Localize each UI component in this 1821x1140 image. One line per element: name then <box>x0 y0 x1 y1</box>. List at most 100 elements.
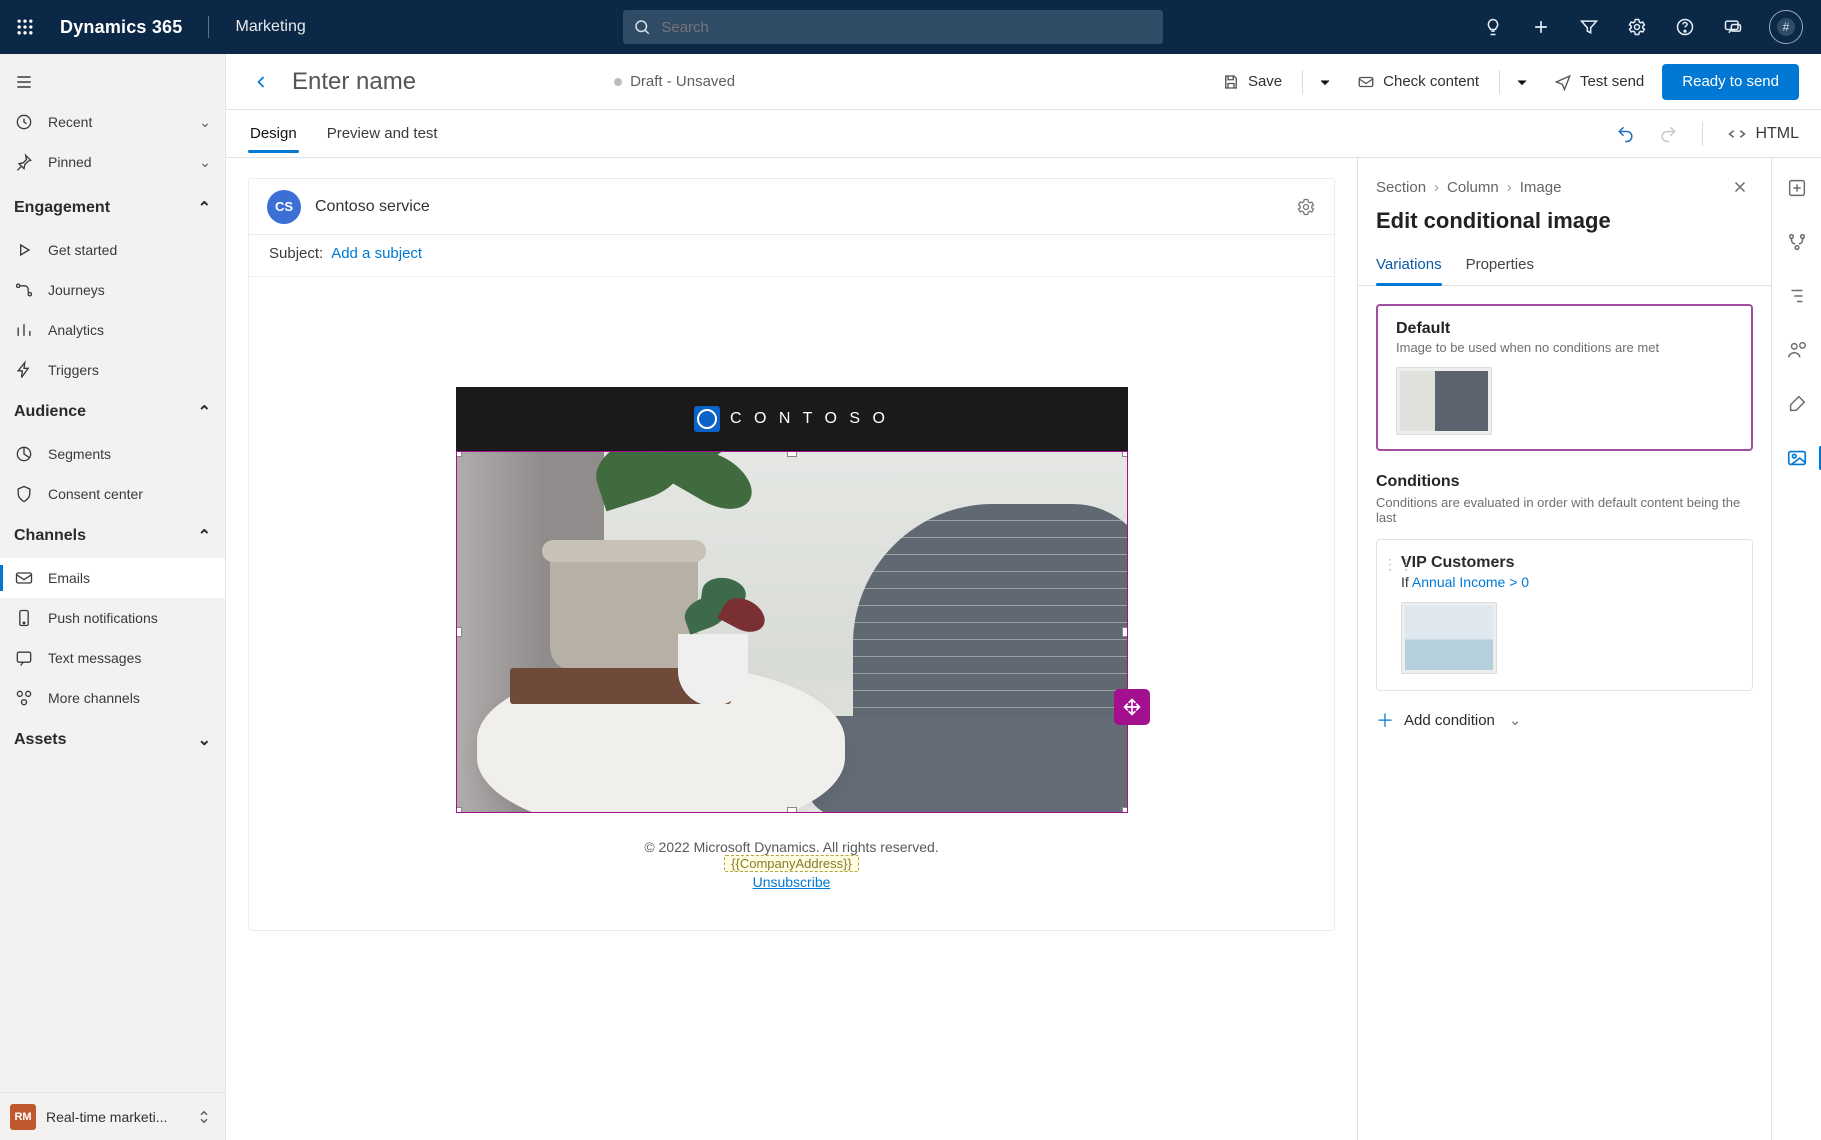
brand-name[interactable]: Dynamics 365 <box>60 17 182 38</box>
nav-label: Push notifications <box>48 610 211 626</box>
html-button[interactable]: HTML <box>1727 124 1799 144</box>
chevron-down-icon: ⌄ <box>198 730 211 750</box>
add-condition-button[interactable]: ＋ Add condition ⌄ <box>1376 707 1753 733</box>
subject-link[interactable]: Add a subject <box>331 245 422 262</box>
app-launcher-icon[interactable] <box>6 8 44 46</box>
shield-icon <box>14 484 34 504</box>
tab-variations[interactable]: Variations <box>1376 244 1442 285</box>
condition-card[interactable]: ⋮⋮ VIP Customers If Annual Income > 0 <box>1376 539 1753 691</box>
check-menu-chevron[interactable] <box>1508 73 1536 91</box>
test-send-button[interactable]: Test send <box>1542 65 1656 99</box>
nav-more-channels[interactable]: More channels <box>0 678 225 718</box>
nav-footer[interactable]: RM Real-time marketi... <box>0 1092 225 1140</box>
nav-section-assets[interactable]: Assets⌄ <box>0 718 225 762</box>
redo-button[interactable] <box>1658 124 1678 144</box>
plus-icon[interactable] <box>1529 15 1553 39</box>
nav-journeys[interactable]: Journeys <box>0 270 225 310</box>
email-canvas[interactable]: C O N T O S O Image <box>456 387 1128 890</box>
save-menu-chevron[interactable] <box>1311 73 1339 91</box>
nav-label: Analytics <box>48 322 211 338</box>
rail-outline-icon[interactable] <box>1782 282 1812 310</box>
crumb-section[interactable]: Section <box>1376 179 1426 196</box>
nav-pinned[interactable]: Pinned ⌄ <box>0 142 225 182</box>
send-icon <box>1554 73 1572 91</box>
resize-handle[interactable] <box>1122 451 1128 457</box>
rail-image-icon[interactable] <box>1782 444 1812 472</box>
resize-handle[interactable] <box>1122 627 1128 637</box>
resize-handle[interactable] <box>456 807 462 813</box>
nav-segments[interactable]: Segments <box>0 434 225 474</box>
nav-push[interactable]: Push notifications <box>0 598 225 638</box>
nav-hamburger[interactable] <box>0 62 225 102</box>
flow-icon <box>14 280 34 300</box>
drag-handle-icon[interactable]: ⋮⋮ <box>1383 556 1415 573</box>
sender-name[interactable]: Contoso service <box>315 198 430 216</box>
nav-label: More channels <box>48 690 211 706</box>
updown-icon <box>193 1108 215 1126</box>
tab-properties[interactable]: Properties <box>1466 244 1534 285</box>
nav-label: Recent <box>48 114 185 130</box>
check-content-button[interactable]: Check content <box>1345 65 1491 99</box>
crumb-column[interactable]: Column <box>1447 179 1499 196</box>
nav-analytics[interactable]: Analytics <box>0 310 225 350</box>
nav-consent[interactable]: Consent center <box>0 474 225 514</box>
crumb-image[interactable]: Image <box>1520 179 1562 196</box>
resize-handle[interactable] <box>456 451 462 457</box>
default-title: Default <box>1396 320 1733 338</box>
brand-area[interactable]: Marketing <box>235 18 305 36</box>
nav-section-engagement[interactable]: Engagement⌃ <box>0 186 225 230</box>
nav-label: Consent center <box>48 486 211 502</box>
company-address-token[interactable]: {{CompanyAddress}} <box>724 855 859 872</box>
nav-get-started[interactable]: Get started <box>0 230 225 270</box>
chat-icon[interactable] <box>1721 15 1745 39</box>
rail-connectors-icon[interactable] <box>1782 228 1812 256</box>
close-panel-button[interactable] <box>1727 174 1753 200</box>
channels-icon <box>14 688 34 708</box>
default-thumbnail[interactable] <box>1396 367 1492 435</box>
move-handle-icon[interactable] <box>1114 689 1150 725</box>
resize-handle[interactable] <box>1122 807 1128 813</box>
nav-triggers[interactable]: Triggers <box>0 350 225 390</box>
rail-add-element-icon[interactable] <box>1782 174 1812 202</box>
nav-emails[interactable]: Emails <box>0 558 225 598</box>
tab-preview[interactable]: Preview and test <box>325 115 440 152</box>
condition-thumbnail[interactable] <box>1401 602 1497 674</box>
undo-button[interactable] <box>1616 124 1636 144</box>
chevron-up-icon: ⌃ <box>198 402 211 422</box>
unsubscribe-link[interactable]: Unsubscribe <box>753 874 831 890</box>
rail-personalization-icon[interactable] <box>1782 336 1812 364</box>
tab-design[interactable]: Design <box>248 115 299 152</box>
divider <box>208 16 209 38</box>
lightbulb-icon[interactable] <box>1481 15 1505 39</box>
nav-label: Segments <box>48 446 211 462</box>
nav-label: Get started <box>48 242 211 258</box>
ready-to-send-button[interactable]: Ready to send <box>1662 64 1799 100</box>
gear-icon[interactable] <box>1296 197 1316 217</box>
search-input[interactable] <box>659 18 1153 37</box>
nav-label: Journeys <box>48 282 211 298</box>
back-button[interactable] <box>248 72 274 92</box>
message-icon <box>14 648 34 668</box>
funnel-icon[interactable] <box>1577 15 1601 39</box>
nav-section-channels[interactable]: Channels⌃ <box>0 514 225 558</box>
global-search[interactable] <box>623 10 1163 44</box>
nav-sms[interactable]: Text messages <box>0 638 225 678</box>
rail-theme-icon[interactable] <box>1782 390 1812 418</box>
save-button[interactable]: Save <box>1210 65 1294 99</box>
default-variation-card[interactable]: Default Image to be used when no conditi… <box>1376 304 1753 451</box>
chevron-down-icon: ⌄ <box>199 154 211 171</box>
condition-attr-link[interactable]: Annual Income > 0 <box>1412 574 1529 590</box>
nav-recent[interactable]: Recent ⌄ <box>0 102 225 142</box>
selected-image-block[interactable] <box>456 451 1128 813</box>
conditions-desc: Conditions are evaluated in order with d… <box>1376 495 1753 525</box>
nav-section-audience[interactable]: Audience⌃ <box>0 390 225 434</box>
clock-icon <box>14 112 34 132</box>
resize-handle[interactable] <box>787 807 797 813</box>
chevron-down-icon: ⌄ <box>1509 711 1522 729</box>
resize-handle[interactable] <box>456 627 462 637</box>
page-title[interactable]: Enter name <box>292 68 416 96</box>
help-icon[interactable] <box>1673 15 1697 39</box>
resize-handle[interactable] <box>787 451 797 457</box>
user-avatar[interactable]: # <box>1769 10 1803 44</box>
gear-icon[interactable] <box>1625 15 1649 39</box>
